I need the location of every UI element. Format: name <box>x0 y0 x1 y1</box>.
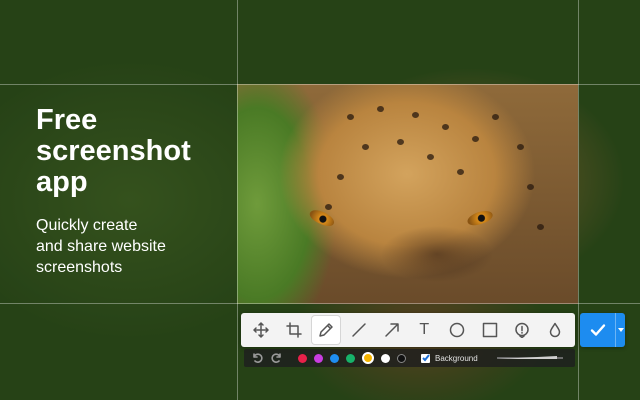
annotation-toolbar: T <box>241 313 575 347</box>
redo-icon <box>271 353 281 363</box>
color-swatch[interactable] <box>330 353 339 363</box>
undo-button[interactable] <box>250 351 264 365</box>
guide-line-right <box>578 0 579 400</box>
arrow-icon <box>384 323 399 337</box>
pencil-tool-button[interactable] <box>312 316 341 344</box>
background-checkbox[interactable]: Background <box>421 353 478 363</box>
confirm-split-button <box>580 313 625 347</box>
counter-icon <box>515 322 529 338</box>
color-swatch[interactable] <box>362 352 374 364</box>
color-swatch[interactable] <box>346 353 355 363</box>
guide-line-left <box>237 0 238 400</box>
line-tool-button[interactable] <box>345 316 373 344</box>
undo-icon <box>253 353 263 363</box>
rectangle-tool-button[interactable] <box>476 316 504 344</box>
headline-line: screenshot <box>36 135 191 167</box>
overlay-right <box>578 84 640 304</box>
screenshot-canvas: Free screenshot app Quickly create and s… <box>0 0 640 400</box>
caret-down-icon <box>617 328 624 332</box>
color-swatch[interactable] <box>381 353 390 363</box>
subheadline-line: Quickly create <box>36 217 138 234</box>
guide-line-top <box>0 84 640 85</box>
guide-line-bottom <box>0 303 640 304</box>
headline-line: Free <box>36 104 98 136</box>
rectangle-icon <box>482 322 497 338</box>
color-palette <box>298 352 413 364</box>
headline-line: app <box>36 166 88 198</box>
color-swatch[interactable] <box>298 353 307 363</box>
confirm-dropdown-button[interactable] <box>615 313 625 347</box>
move-tool-button[interactable] <box>247 316 275 344</box>
redo-button[interactable] <box>270 351 284 365</box>
circle-icon <box>449 322 465 338</box>
check-icon <box>590 324 605 336</box>
move-icon <box>253 322 269 338</box>
text-tool-button[interactable]: T <box>410 316 438 344</box>
color-swatch[interactable] <box>397 353 406 363</box>
overlay-top <box>0 0 640 84</box>
stroke-size-slider[interactable] <box>497 355 563 361</box>
checkmark-icon <box>421 354 430 362</box>
capture-selection[interactable] <box>237 84 578 304</box>
blur-drop-icon <box>549 322 561 338</box>
arrow-tool-button[interactable] <box>378 316 406 344</box>
headline: Free screenshot app <box>36 105 191 198</box>
background-label: Background <box>435 353 478 363</box>
pencil-icon <box>319 323 334 337</box>
circle-tool-button[interactable] <box>443 316 471 344</box>
text-icon: T <box>419 321 430 338</box>
checkbox-box <box>421 353 430 363</box>
crop-icon <box>285 322 302 338</box>
blur-tool-button[interactable] <box>541 316 569 344</box>
subheadline-line: and share website <box>36 238 166 255</box>
cheetah-right-eye <box>465 208 495 228</box>
subheadline-line: screenshots <box>36 259 123 276</box>
line-icon <box>352 323 366 337</box>
color-swatch[interactable] <box>314 353 323 363</box>
subheadline: Quickly create and share website screens… <box>36 215 166 278</box>
cheetah-left-eye <box>307 207 337 229</box>
crop-tool-button[interactable] <box>280 316 308 344</box>
tool-options-bar: Background <box>244 349 575 367</box>
confirm-button[interactable] <box>580 313 615 347</box>
counter-tool-button[interactable] <box>508 316 536 344</box>
